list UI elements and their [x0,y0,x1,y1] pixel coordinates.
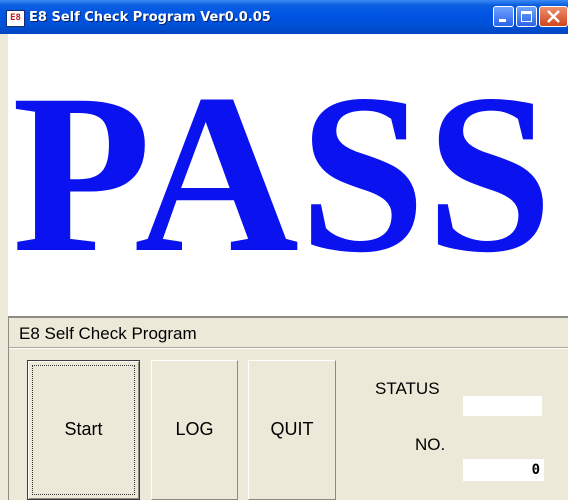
title-bar[interactable]: E8 E8 Self Check Program Ver0.0.05 [0,0,568,34]
panel-title: E8 Self Check Program [19,324,197,343]
result-display: PASS [8,34,568,316]
status-field [463,396,542,416]
minimize-icon [499,19,506,22]
number-label: NO. [415,435,446,454]
maximize-icon [521,11,532,22]
start-button[interactable]: Start [27,360,140,500]
app-icon[interactable]: E8 [6,10,25,27]
maximize-button[interactable] [516,6,537,27]
log-button-label: LOG [175,419,214,439]
control-panel: E8 Self Check Program Start LOG QUIT STA… [8,316,568,500]
focus-rectangle [32,365,135,495]
status-label: STATUS [375,379,440,398]
quit-button[interactable]: QUIT [248,360,336,500]
log-button[interactable]: LOG [151,360,238,500]
close-icon [547,10,560,23]
window-title: E8 Self Check Program Ver0.0.05 [29,10,271,25]
result-text: PASS [12,48,553,300]
number-field: 0 [463,459,544,481]
app-window: E8 E8 Self Check Program Ver0.0.05 PASS … [0,0,568,500]
close-button[interactable] [539,6,568,27]
minimize-button[interactable] [493,6,514,27]
panel-divider [9,347,568,349]
quit-button-label: QUIT [270,419,314,439]
